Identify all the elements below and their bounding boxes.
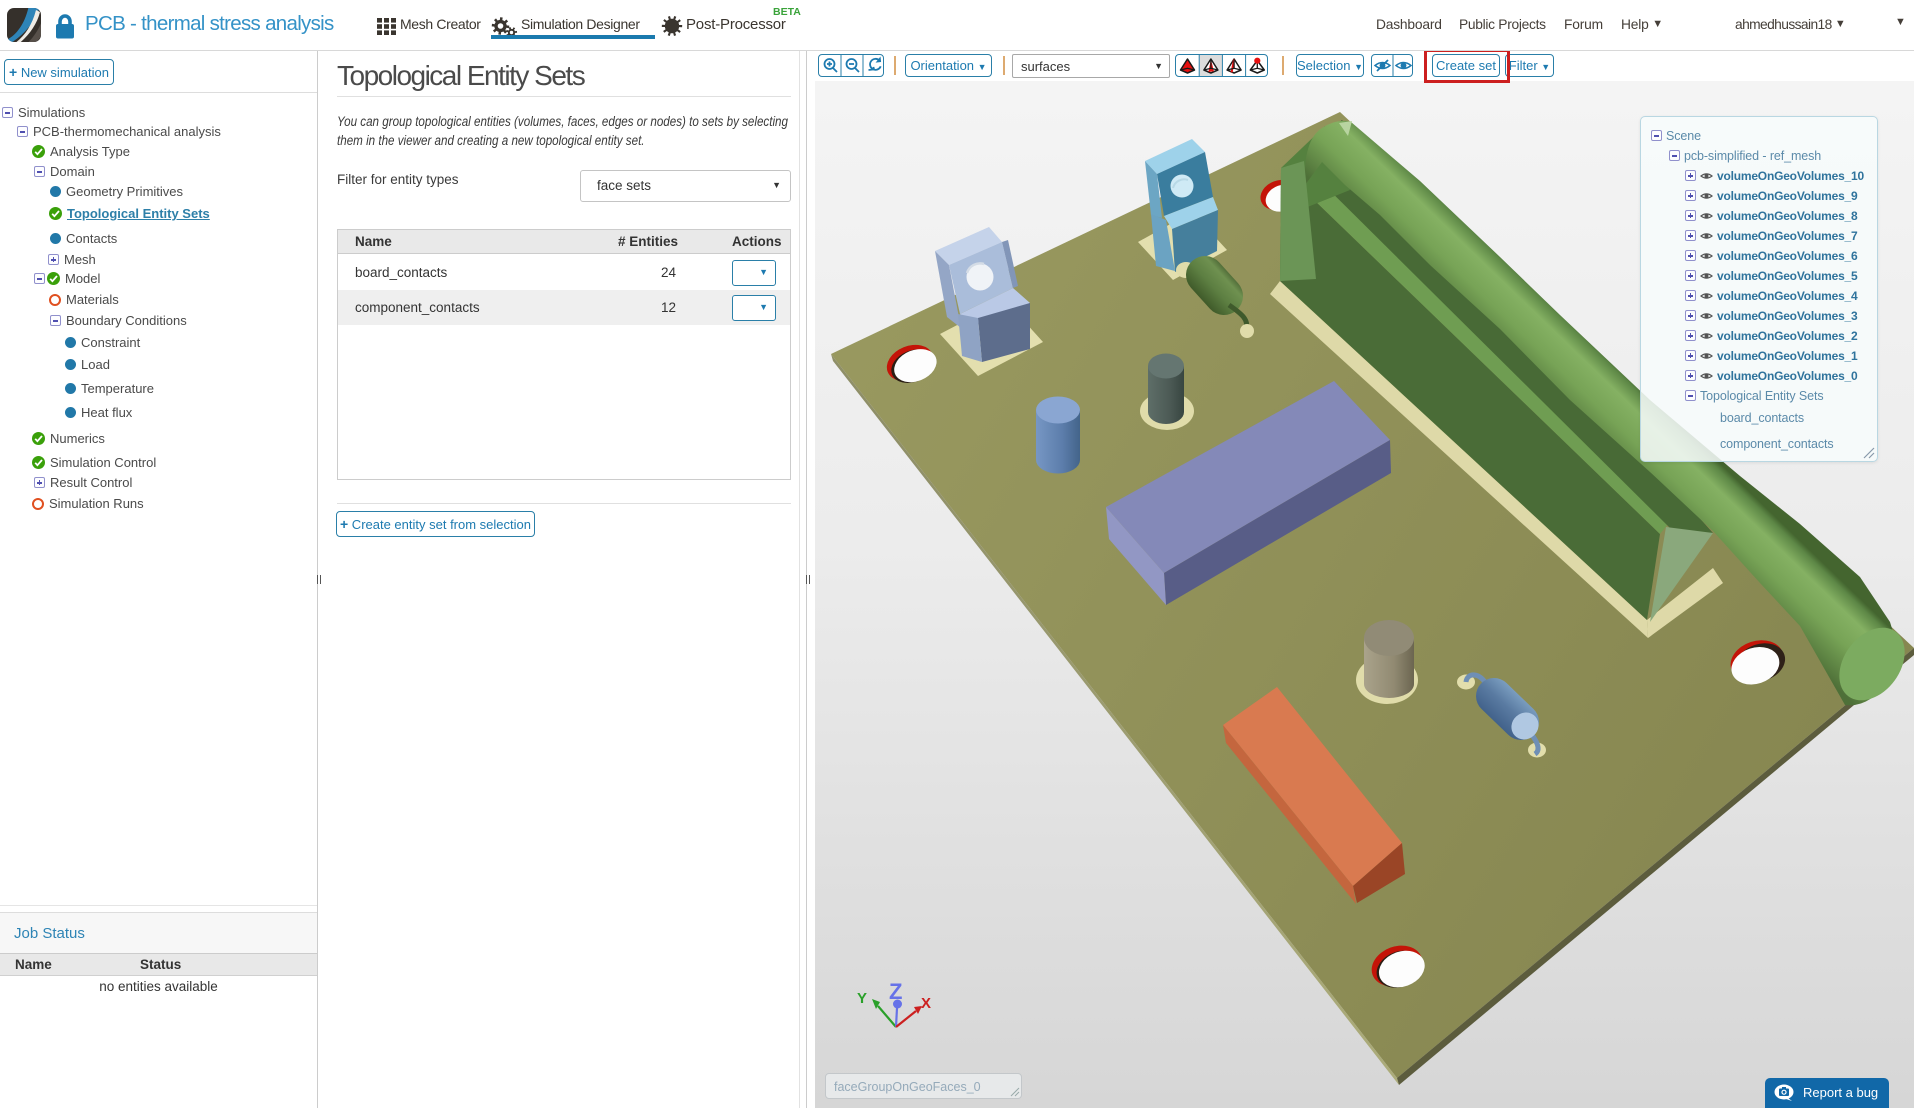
svg-text:Z: Z <box>889 979 902 1004</box>
svg-text:Y: Y <box>857 990 867 1007</box>
svg-text:X: X <box>921 995 931 1012</box>
